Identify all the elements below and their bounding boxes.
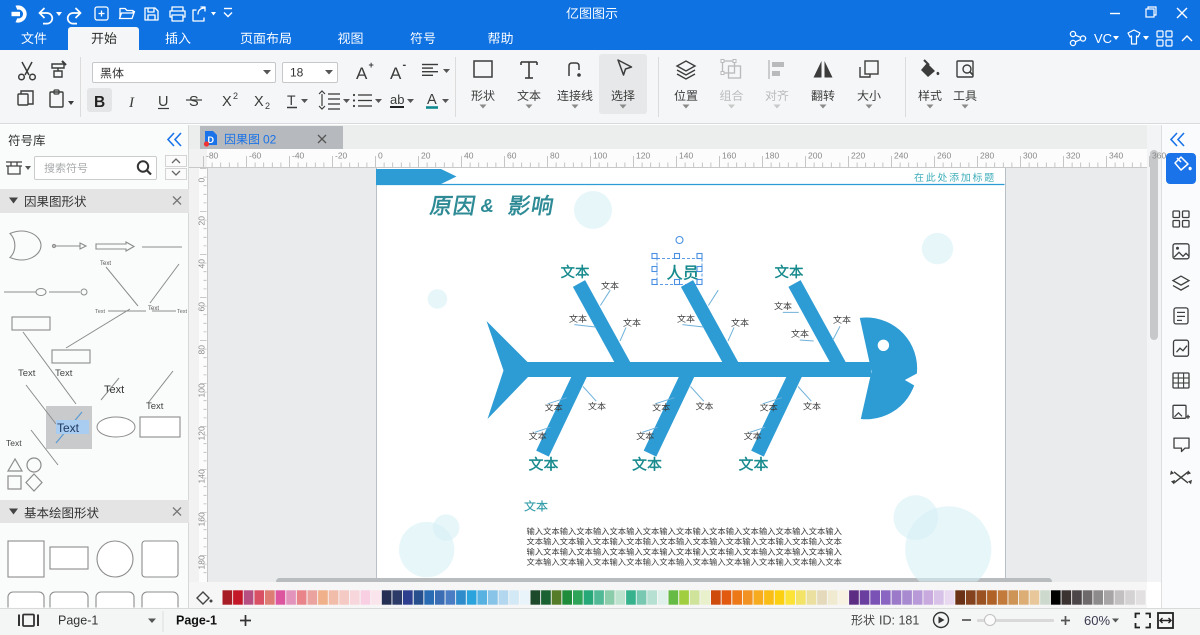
svg-text:120: 120 [636, 151, 650, 161]
svg-text:Text: Text [104, 384, 124, 396]
svg-text:2: 2 [265, 101, 270, 111]
svg-text:-60: -60 [249, 151, 262, 161]
svg-text:140: 140 [197, 469, 207, 483]
svg-text:18: 18 [290, 66, 304, 80]
svg-text:100: 100 [197, 383, 207, 397]
svg-text:Text: Text [95, 309, 106, 315]
svg-text:-40: -40 [292, 151, 305, 161]
svg-text:A: A [427, 92, 437, 108]
svg-text:02: 02 [263, 133, 277, 147]
svg-text:-20: -20 [335, 151, 348, 161]
svg-text:160: 160 [722, 151, 736, 161]
svg-text:T: T [287, 92, 296, 108]
svg-text:300: 300 [1023, 151, 1037, 161]
svg-text:U: U [158, 94, 168, 110]
svg-text:220: 220 [851, 151, 865, 161]
svg-text:320: 320 [1066, 151, 1080, 161]
svg-text:60: 60 [197, 302, 207, 312]
svg-text:ab: ab [390, 92, 404, 107]
svg-text:-: - [403, 59, 407, 71]
svg-text:A: A [356, 64, 368, 83]
svg-text:160: 160 [197, 512, 207, 526]
svg-text:260: 260 [937, 151, 951, 161]
svg-text:B: B [94, 94, 105, 111]
svg-text:Text: Text [55, 368, 73, 379]
svg-text:A: A [390, 64, 402, 83]
svg-text:140: 140 [679, 151, 693, 161]
svg-text:Text: Text [6, 438, 22, 448]
svg-text:20: 20 [197, 216, 207, 226]
svg-text:0: 0 [378, 151, 383, 161]
svg-text:X: X [222, 94, 232, 110]
svg-text:VC: VC [1094, 31, 1112, 46]
svg-text:120: 120 [197, 426, 207, 440]
svg-text:340: 340 [1109, 151, 1123, 161]
svg-text:60%: 60% [1084, 613, 1110, 628]
svg-text:200: 200 [808, 151, 822, 161]
svg-text:40: 40 [464, 151, 474, 161]
svg-text:ID: 181: ID: 181 [879, 614, 919, 628]
svg-text:80: 80 [197, 345, 207, 355]
svg-text:Text: Text [57, 421, 80, 435]
svg-text:240: 240 [894, 151, 908, 161]
svg-text:280: 280 [980, 151, 994, 161]
svg-text:&: & [481, 195, 494, 216]
svg-text:Text: Text [18, 368, 36, 379]
svg-text:20: 20 [421, 151, 431, 161]
svg-text:2: 2 [233, 91, 238, 101]
svg-text:Page-1: Page-1 [58, 614, 98, 628]
svg-text:180: 180 [765, 151, 779, 161]
svg-text:-80: -80 [206, 151, 219, 161]
svg-text:180: 180 [197, 555, 207, 569]
svg-text:100: 100 [593, 151, 607, 161]
svg-text:60: 60 [507, 151, 517, 161]
svg-text:Text: Text [177, 309, 188, 315]
svg-text:360: 360 [1152, 151, 1166, 161]
svg-text:S: S [189, 94, 199, 110]
svg-text:Text: Text [100, 261, 111, 267]
svg-text:+: + [369, 60, 374, 70]
svg-text:40: 40 [197, 259, 207, 269]
svg-text:Text: Text [146, 401, 164, 412]
svg-text:I: I [128, 95, 135, 111]
svg-text:X: X [254, 94, 264, 110]
svg-text:Page-1: Page-1 [176, 614, 217, 628]
svg-text:0: 0 [197, 178, 207, 183]
svg-text:80: 80 [550, 151, 560, 161]
